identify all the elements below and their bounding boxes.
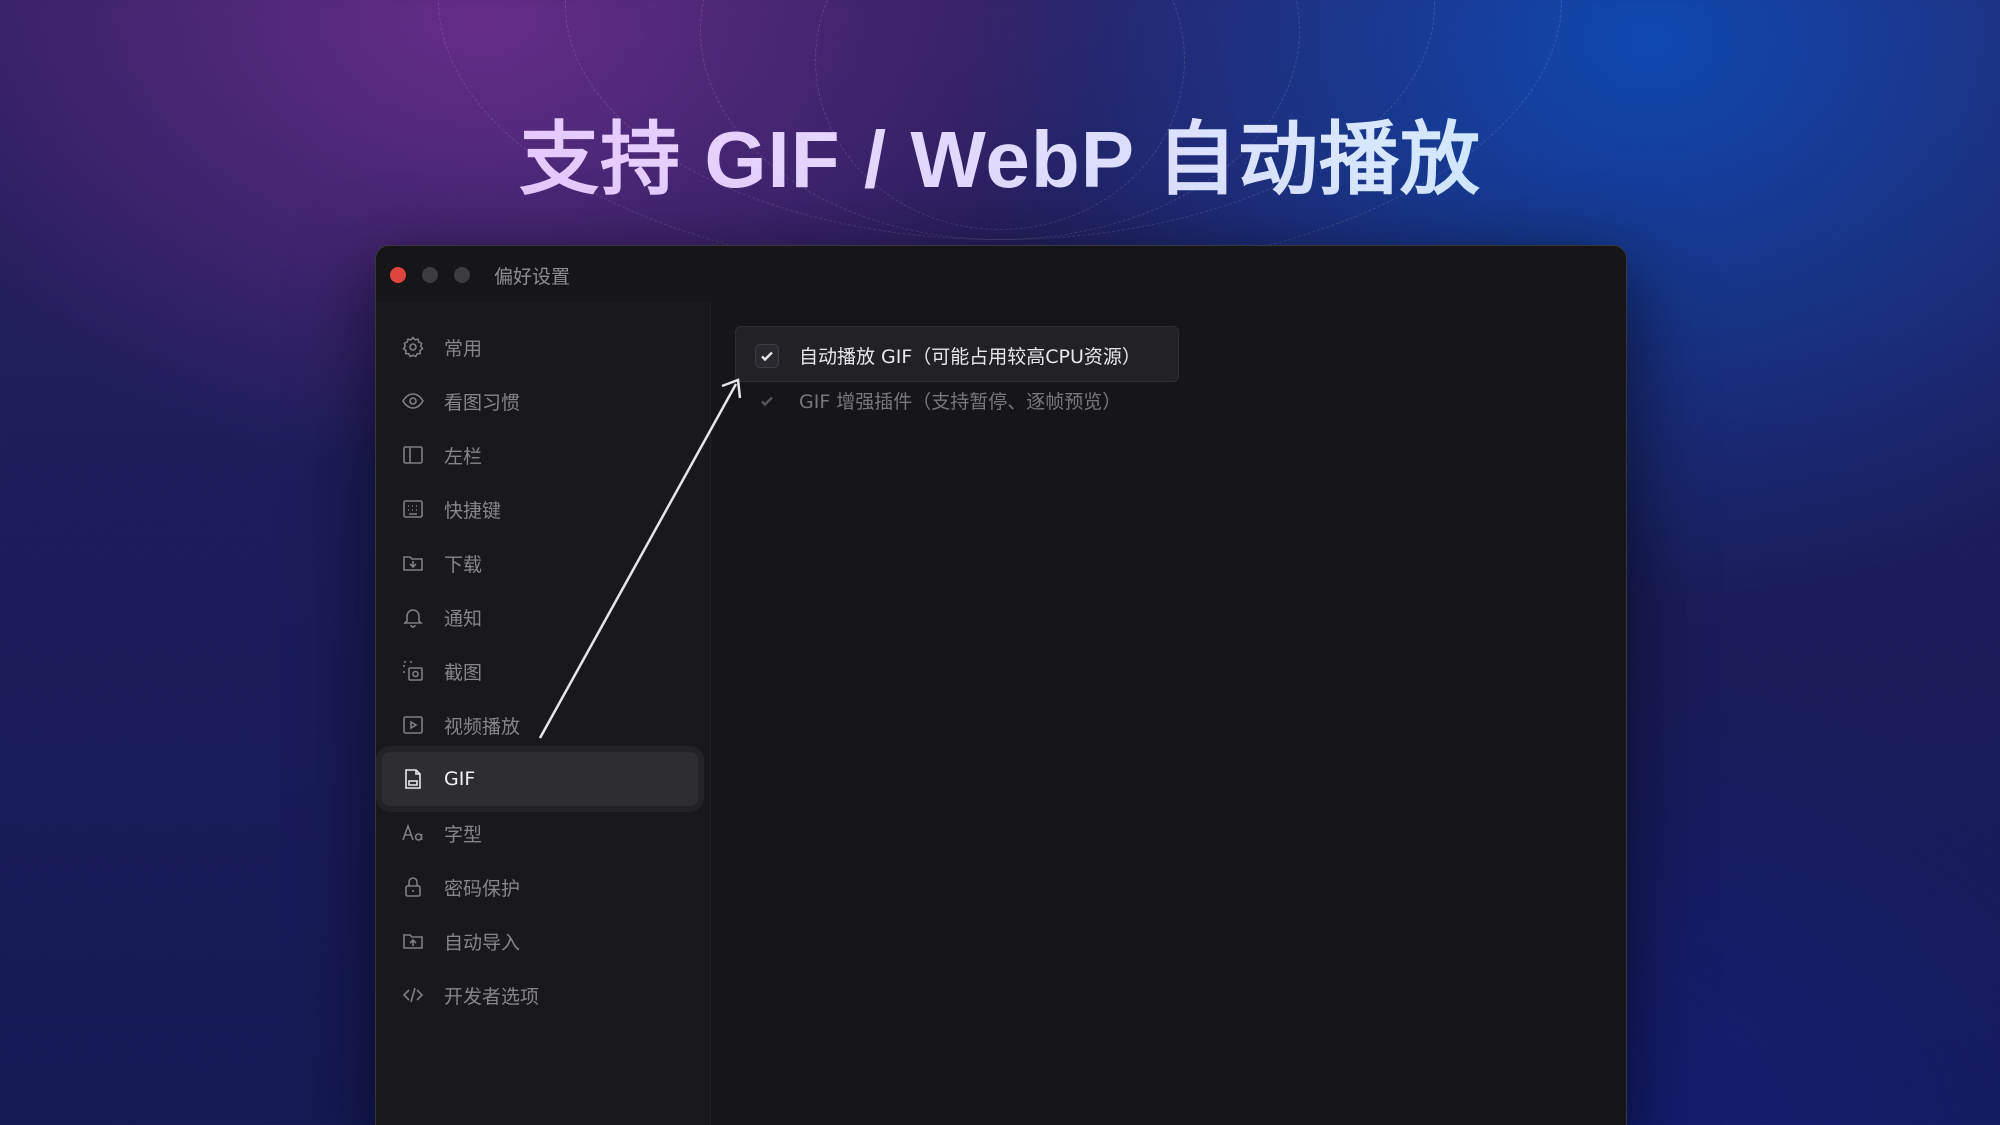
play-icon: [400, 712, 426, 738]
sidebar-item-font[interactable]: 字型: [382, 806, 698, 860]
download-folder-icon: [400, 550, 426, 576]
eye-icon: [400, 388, 426, 414]
screenshot-icon: [400, 658, 426, 684]
sidebar-icon: [400, 442, 426, 468]
autoplay-gif-label: 自动播放 GIF（可能占用较高CPU资源）: [799, 346, 1141, 368]
sidebar-item-label: 截图: [444, 661, 483, 684]
keyboard-icon: [400, 496, 426, 522]
lock-icon: [400, 874, 426, 900]
bell-icon: [400, 604, 426, 630]
sidebar-item-label: 左栏: [444, 445, 483, 468]
checkmark-icon: [761, 351, 773, 361]
minimize-window-button[interactable]: [422, 267, 438, 283]
headline: 支持 GIF / WebP 自动播放: [0, 95, 2000, 211]
autoplay-gif-checkbox[interactable]: [755, 343, 779, 368]
sidebar-item-label: 快捷键: [444, 499, 502, 522]
checkmark-icon: [761, 396, 773, 406]
close-window-button[interactable]: [390, 267, 406, 283]
gear-icon: [400, 334, 426, 360]
sidebar-item-label: 自动导入: [444, 931, 521, 954]
code-icon: [400, 982, 426, 1008]
sidebar-item-gif[interactable]: GIF: [382, 752, 698, 806]
gif-file-icon: [400, 766, 426, 792]
autoplay-gif-option[interactable]: 自动播放 GIF（可能占用较高CPU资源）: [755, 342, 1141, 369]
sidebar-item-label: 常用: [444, 337, 483, 360]
sidebar-item-viewing-habits[interactable]: 看图习惯: [382, 374, 698, 428]
sidebar: 常用 看图习惯 左栏 快捷键 下载 通知 截图 视频播放 GIF 字型 密码保护…: [376, 302, 711, 1125]
sidebar-item-left-panel[interactable]: 左栏: [382, 428, 698, 482]
import-folder-icon: [400, 928, 426, 954]
sidebar-item-label: GIF: [444, 768, 476, 790]
gif-plugin-option[interactable]: GIF 增强插件（支持暂停、逐帧预览）: [755, 387, 1121, 414]
gif-plugin-checkbox[interactable]: [755, 389, 779, 413]
sidebar-item-password-protection[interactable]: 密码保护: [382, 860, 698, 914]
sidebar-item-download[interactable]: 下载: [382, 536, 698, 590]
window-title: 偏好设置: [494, 266, 571, 288]
sidebar-item-label: 下载: [444, 553, 483, 576]
sidebar-item-label: 视频播放: [444, 715, 521, 738]
sidebar-item-auto-import[interactable]: 自动导入: [382, 914, 698, 968]
sidebar-item-label: 字型: [444, 823, 483, 846]
sidebar-item-label: 开发者选项: [444, 985, 540, 1008]
sidebar-item-shortcuts[interactable]: 快捷键: [382, 482, 698, 536]
sidebar-item-label: 通知: [444, 607, 483, 630]
gif-plugin-label: GIF 增强插件（支持暂停、逐帧预览）: [799, 391, 1122, 413]
sidebar-item-label: 密码保护: [444, 877, 521, 900]
sidebar-item-developer-options[interactable]: 开发者选项: [382, 968, 698, 1022]
sidebar-item-video-playback[interactable]: 视频播放: [382, 698, 698, 752]
sidebar-item-label: 看图习惯: [444, 391, 521, 414]
sidebar-item-notifications[interactable]: 通知: [382, 590, 698, 644]
font-icon: [400, 820, 426, 846]
maximize-window-button[interactable]: [454, 267, 470, 283]
sidebar-item-general[interactable]: 常用: [382, 320, 698, 374]
sidebar-item-screenshot[interactable]: 截图: [382, 644, 698, 698]
title-bar: 偏好设置: [376, 246, 1626, 302]
